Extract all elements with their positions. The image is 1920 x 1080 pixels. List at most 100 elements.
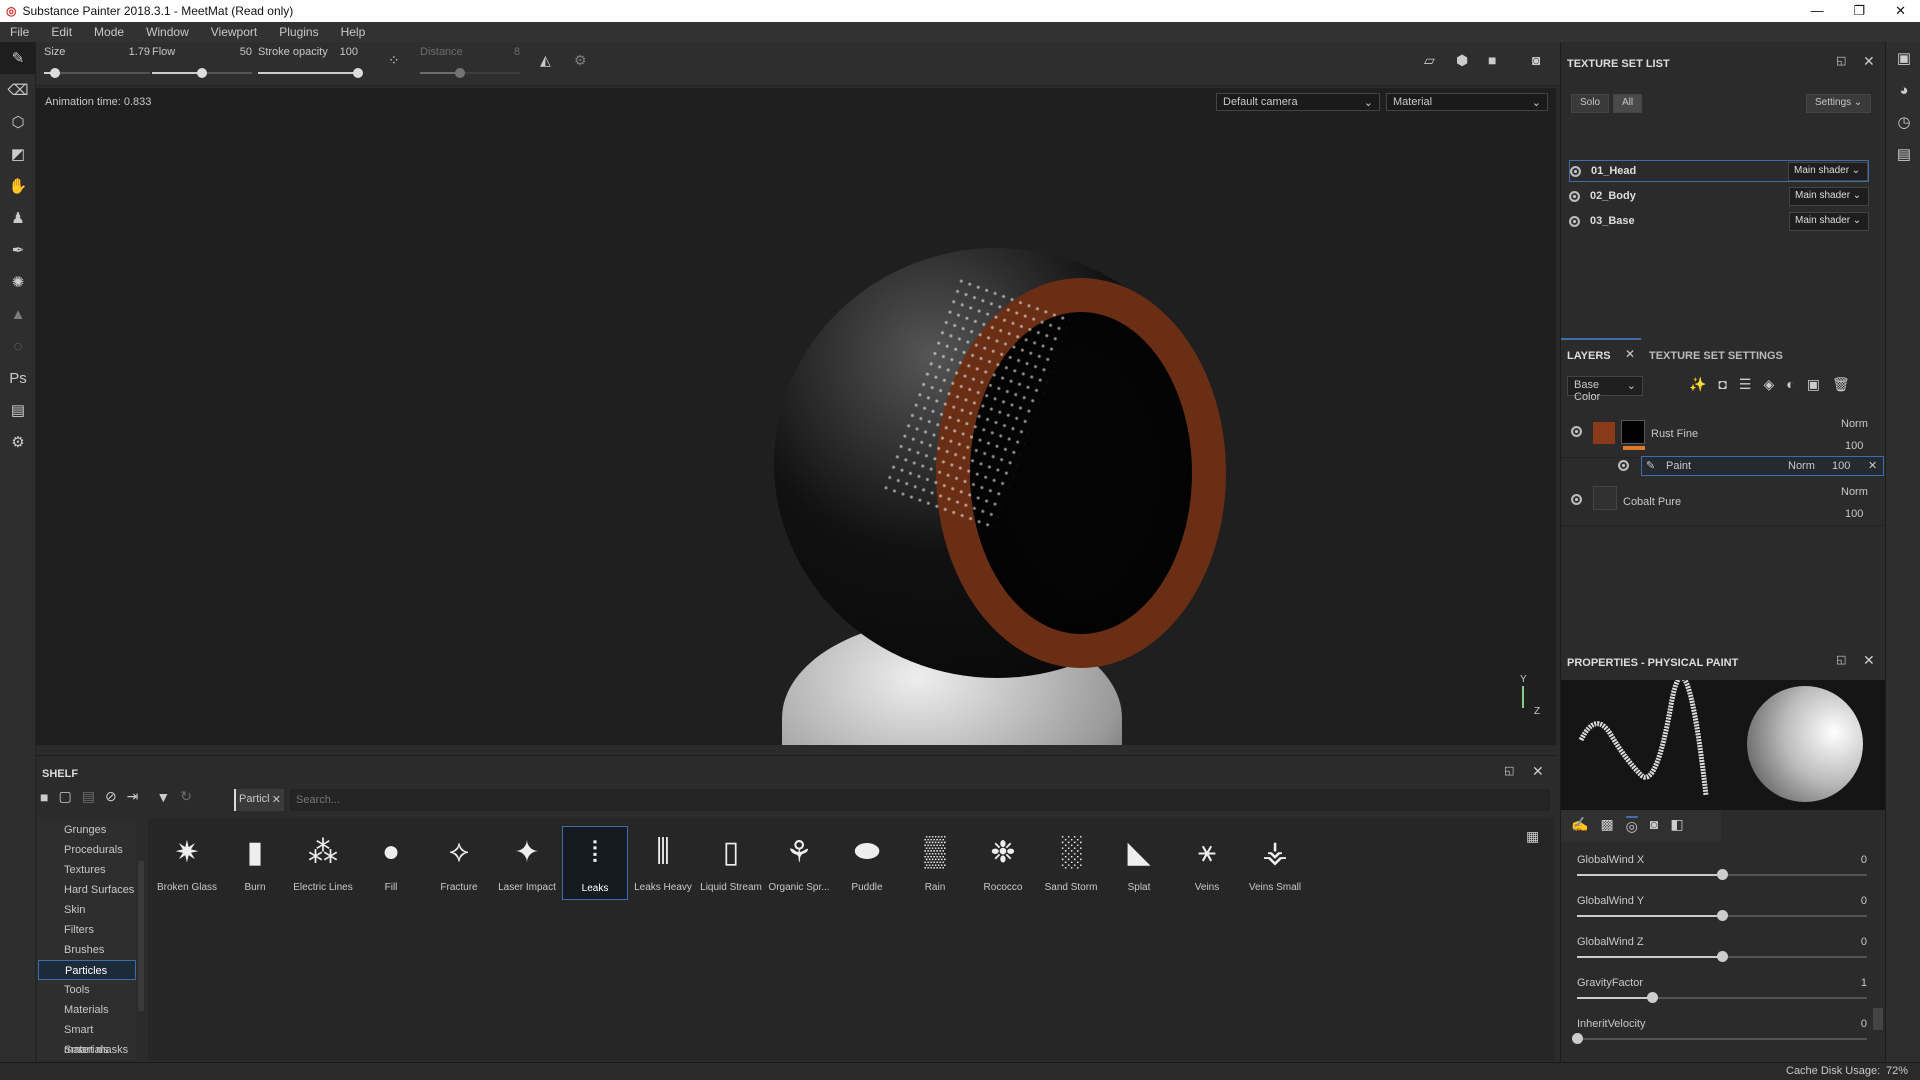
remove-filter-icon[interactable]: ✕ bbox=[272, 793, 281, 807]
shelf-item[interactable]: ⦙ Leaks bbox=[562, 826, 628, 900]
eraser-tool-icon[interactable]: ⌫ bbox=[0, 74, 36, 106]
add-effect-icon[interactable]: ✨ bbox=[1689, 376, 1706, 393]
shelf-item[interactable]: ▯ Liquid Stream bbox=[698, 826, 764, 900]
particles-tab-icon[interactable]: ◎ bbox=[1625, 816, 1638, 836]
slider-handle[interactable] bbox=[1647, 992, 1659, 1003]
color-picker-tool-icon[interactable]: ✒ bbox=[0, 234, 36, 266]
baker-icon[interactable]: ◌ bbox=[0, 330, 36, 362]
import-icon[interactable]: ⇥ bbox=[127, 788, 139, 805]
camera-icon[interactable]: ■ bbox=[1488, 52, 1496, 68]
display-settings-icon[interactable]: ▣ bbox=[1886, 42, 1920, 74]
shelf-item[interactable]: ⟡ Fracture bbox=[426, 826, 492, 900]
menu-viewport[interactable]: Viewport bbox=[211, 25, 257, 39]
shelf-item[interactable]: ⫼ Leaks Heavy bbox=[630, 826, 696, 900]
shelf-item[interactable]: ▒ Rain bbox=[902, 826, 968, 900]
minimize-button[interactable]: — bbox=[1810, 3, 1823, 19]
shelf-item[interactable]: ⬬ Puddle bbox=[834, 826, 900, 900]
particle-tool-icon[interactable]: ✺ bbox=[0, 266, 36, 298]
maximize-panel-icon[interactable]: ◱ bbox=[1836, 653, 1846, 666]
category-procedurals[interactable]: Procedurals bbox=[38, 840, 136, 860]
grid-view-icon[interactable]: ▦ bbox=[1526, 828, 1539, 845]
maximize-panel-icon[interactable]: ◱ bbox=[1836, 54, 1846, 67]
slider-handle[interactable] bbox=[197, 68, 207, 78]
shader-select[interactable]: Main shader ⌄ bbox=[1789, 211, 1869, 231]
view-2d-icon[interactable]: ▱ bbox=[1424, 52, 1435, 69]
add-layer-icon[interactable]: ☰ bbox=[1739, 376, 1752, 393]
menu-help[interactable]: Help bbox=[341, 25, 366, 39]
history-icon[interactable]: ◷ bbox=[1886, 106, 1920, 138]
slider-handle[interactable] bbox=[1717, 869, 1728, 880]
blend-mode[interactable]: Norm bbox=[1788, 460, 1815, 472]
add-mask-icon[interactable]: ◘ bbox=[1718, 376, 1726, 393]
slider-track[interactable] bbox=[44, 72, 150, 74]
viewport-mode-select[interactable]: Material ⌄ bbox=[1386, 93, 1548, 111]
mask-thumbnail[interactable] bbox=[1621, 420, 1645, 444]
slider-handle[interactable] bbox=[353, 68, 363, 78]
category-smart-masks[interactable]: Smart masks bbox=[38, 1040, 136, 1060]
param-slider[interactable]: InheritVelocity 0 bbox=[1572, 1018, 1867, 1058]
layer-opacity[interactable]: 100 bbox=[1845, 508, 1863, 520]
solo-button[interactable]: Solo bbox=[1571, 94, 1610, 113]
menu-window[interactable]: Window bbox=[146, 25, 189, 39]
category-scrollbar[interactable] bbox=[138, 861, 144, 1011]
visibility-toggle[interactable] bbox=[1571, 426, 1582, 437]
refresh-icon[interactable]: ↻ bbox=[180, 788, 192, 805]
viewport-3d[interactable]: Animation time: 0.833 Default camera ⌄ Ma… bbox=[36, 88, 1556, 745]
add-folder-icon[interactable]: ▣ bbox=[1807, 376, 1820, 393]
add-smart-mask-icon[interactable]: ◐ bbox=[1786, 376, 1794, 393]
add-fill-layer-icon[interactable]: ◈ bbox=[1763, 376, 1774, 393]
param-value[interactable]: 0 bbox=[1861, 854, 1867, 866]
texture-set-row[interactable]: 02_Body Main shader ⌄ bbox=[1569, 185, 1869, 207]
slider-handle[interactable] bbox=[1717, 951, 1728, 962]
shader-settings-icon[interactable]: ◕ bbox=[1886, 74, 1920, 106]
close-panel-icon[interactable]: ✕ bbox=[1863, 53, 1875, 70]
shelf-item[interactable]: ░ Sand Storm bbox=[1038, 826, 1104, 900]
symmetry-options-icon[interactable]: ⚙ bbox=[574, 52, 587, 69]
polygon-fill-tool-icon[interactable]: ◩ bbox=[0, 138, 36, 170]
material-tab-icon[interactable]: ◧ bbox=[1670, 816, 1683, 836]
maximize-button[interactable]: ❐ bbox=[1853, 3, 1865, 19]
shelf-item[interactable]: ⚘ Organic Spr... bbox=[766, 826, 832, 900]
layer-opacity[interactable]: 100 bbox=[1845, 440, 1863, 452]
category-tools[interactable]: Tools bbox=[38, 980, 136, 1000]
paint-brush-tool-icon[interactable]: ✎ bbox=[0, 42, 36, 74]
visibility-toggle[interactable] bbox=[1618, 460, 1629, 471]
visibility-toggle[interactable] bbox=[1571, 494, 1582, 505]
texture-set-row[interactable]: 03_Base Main shader ⌄ bbox=[1569, 210, 1869, 232]
tab-texture-set-settings[interactable]: TEXTURE SET SETTINGS bbox=[1649, 350, 1783, 362]
folder-icon[interactable]: ■ bbox=[40, 789, 48, 805]
shelf-item[interactable]: ▮ Burn bbox=[222, 826, 288, 900]
category-textures[interactable]: Textures bbox=[38, 860, 136, 880]
shelf-item[interactable]: ⚶ Veins Small bbox=[1242, 826, 1308, 900]
smudge-tool-icon[interactable]: ✋ bbox=[0, 170, 36, 202]
symmetry-icon[interactable]: ◭ bbox=[540, 52, 551, 69]
all-button[interactable]: All bbox=[1613, 94, 1643, 113]
close-tab-icon[interactable]: ✕ bbox=[1625, 347, 1635, 361]
slider-handle[interactable] bbox=[455, 68, 465, 78]
lazy-mouse-icon[interactable]: ⁘ bbox=[388, 52, 400, 69]
category-filters[interactable]: Filters bbox=[38, 920, 136, 940]
shelf-item[interactable]: ❉ Rococco bbox=[970, 826, 1036, 900]
shelf-item[interactable]: ✷ Broken Glass bbox=[154, 826, 220, 900]
shader-select[interactable]: Main shader ⌄ bbox=[1788, 161, 1868, 181]
slider-handle[interactable] bbox=[49, 68, 60, 78]
clone-tool-icon[interactable]: ♟ bbox=[0, 202, 36, 234]
blend-mode[interactable]: Norm bbox=[1841, 418, 1868, 430]
settings-button[interactable]: Settings ⌄ bbox=[1806, 94, 1872, 113]
menu-mode[interactable]: Mode bbox=[94, 25, 124, 39]
filter-icon[interactable]: ▼ bbox=[156, 789, 170, 805]
maximize-panel-icon[interactable]: ◱ bbox=[1504, 764, 1514, 777]
export-icon[interactable]: ▤ bbox=[0, 394, 36, 426]
properties-scrollbar[interactable] bbox=[1873, 1008, 1883, 1030]
settings-icon[interactable]: ⚙ bbox=[0, 426, 36, 458]
visibility-toggle[interactable] bbox=[1569, 215, 1580, 227]
close-button[interactable]: ✕ bbox=[1895, 3, 1906, 19]
category-grunges[interactable]: Grunges bbox=[38, 820, 136, 840]
shelf-item[interactable]: ⁂ Electric Lines bbox=[290, 826, 356, 900]
remove-effect-icon[interactable]: ✕ bbox=[1868, 459, 1877, 472]
param-value[interactable]: 0 bbox=[1861, 1018, 1867, 1030]
delete-layer-icon[interactable]: 🗑 bbox=[1832, 376, 1850, 393]
save-icon[interactable]: ▤ bbox=[82, 788, 95, 805]
shelf-item[interactable]: ● Fill bbox=[358, 826, 424, 900]
category-smart-materials[interactable]: Smart materials bbox=[38, 1020, 136, 1056]
